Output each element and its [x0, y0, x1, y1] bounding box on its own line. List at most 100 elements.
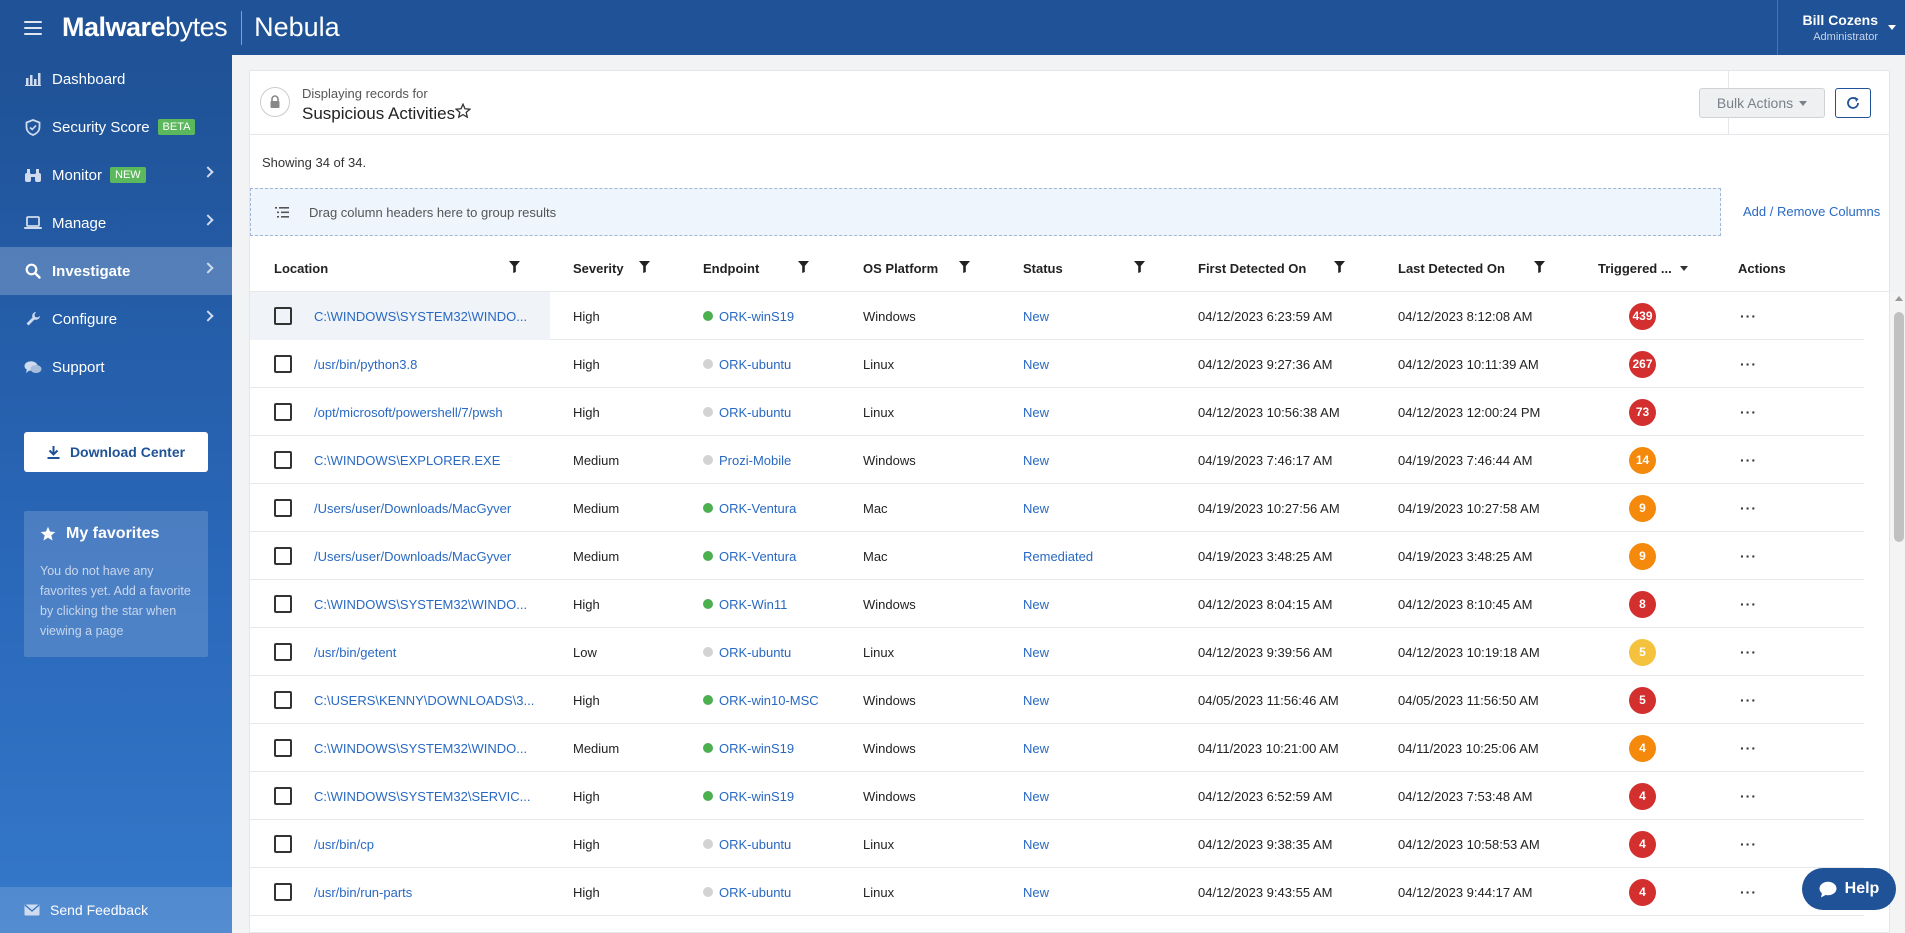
endpoint-link[interactable]: ORK-ubuntu	[719, 645, 791, 660]
location-link[interactable]: /usr/bin/run-parts	[314, 885, 412, 900]
refresh-button[interactable]	[1835, 88, 1871, 118]
column-header-triggered[interactable]: Triggered ...	[1598, 244, 1688, 292]
row-actions-menu-icon[interactable]: ···	[1740, 436, 1757, 484]
table-row[interactable]: /Users/user/Downloads/MacGyver Medium ORK-…	[250, 484, 1864, 532]
table-row[interactable]: /usr/bin/python3.8 High ORK-ubuntu Linux New…	[250, 340, 1864, 388]
column-header-last-detected[interactable]: Last Detected On	[1398, 244, 1505, 292]
sidebar-item-investigate[interactable]: Investigate	[0, 247, 232, 295]
table-row[interactable]: C:\USERS\KENNY\DOWNLOADS\3... High ORK-win…	[250, 676, 1864, 724]
hamburger-menu-icon[interactable]	[24, 20, 42, 35]
status-link[interactable]: New	[1023, 628, 1049, 676]
column-header-severity[interactable]: Severity	[573, 244, 624, 292]
row-checkbox[interactable]	[274, 355, 292, 373]
endpoint-link[interactable]: ORK-win10-MSC	[719, 693, 819, 708]
filter-icon[interactable]	[1334, 261, 1345, 276]
column-header-status[interactable]: Status	[1023, 244, 1063, 292]
column-header-os-platform[interactable]: OS Platform	[863, 244, 938, 292]
row-checkbox[interactable]	[274, 307, 292, 325]
row-actions-menu-icon[interactable]: ···	[1740, 676, 1757, 724]
location-link[interactable]: C:\WINDOWS\SYSTEM32\WINDO...	[314, 309, 527, 324]
row-checkbox[interactable]	[274, 835, 292, 853]
help-button[interactable]: Help	[1802, 868, 1896, 910]
sidebar-item-dashboard[interactable]: Dashboard	[0, 55, 232, 103]
row-actions-menu-icon[interactable]: ···	[1740, 772, 1757, 820]
location-link[interactable]: /usr/bin/python3.8	[314, 357, 417, 372]
table-row[interactable]: C:\WINDOWS\SYSTEM32\WINDO... High ORK-Win1…	[250, 580, 1864, 628]
location-link[interactable]: /opt/microsoft/powershell/7/pwsh	[314, 405, 503, 420]
endpoint-link[interactable]: Prozi-Mobile	[719, 453, 791, 468]
column-header-location[interactable]: Location	[274, 244, 328, 292]
scroll-up-icon[interactable]	[1895, 296, 1903, 301]
row-actions-menu-icon[interactable]: ···	[1740, 868, 1757, 916]
endpoint-link[interactable]: ORK-Ventura	[719, 501, 796, 516]
row-actions-menu-icon[interactable]: ···	[1740, 532, 1757, 580]
bulk-actions-button[interactable]: Bulk Actions	[1699, 88, 1825, 118]
status-link[interactable]: New	[1023, 340, 1049, 388]
location-link[interactable]: C:\WINDOWS\SYSTEM32\WINDO...	[314, 741, 527, 756]
table-row[interactable]: /usr/bin/cp High ORK-ubuntu Linux New 04/12/2…	[250, 820, 1864, 868]
status-link[interactable]: New	[1023, 292, 1049, 340]
table-row[interactable]: /Users/user/Downloads/MacGyver Medium ORK-…	[250, 532, 1864, 580]
endpoint-link[interactable]: ORK-ubuntu	[719, 885, 791, 900]
filter-icon[interactable]	[1134, 261, 1145, 276]
sidebar-item-monitor[interactable]: Monitor NEW	[0, 151, 232, 199]
row-actions-menu-icon[interactable]: ···	[1740, 388, 1757, 436]
location-link[interactable]: C:\USERS\KENNY\DOWNLOADS\3...	[314, 693, 534, 708]
endpoint-link[interactable]: ORK-winS19	[719, 309, 794, 324]
column-header-first-detected[interactable]: First Detected On	[1198, 244, 1306, 292]
filter-icon[interactable]	[639, 261, 650, 276]
send-feedback-button[interactable]: Send Feedback	[0, 887, 232, 933]
endpoint-link[interactable]: ORK-ubuntu	[719, 837, 791, 852]
endpoint-link[interactable]: ORK-Win11	[719, 597, 787, 612]
location-link[interactable]: /usr/bin/getent	[314, 645, 396, 660]
scrollbar-thumb[interactable]	[1894, 312, 1904, 542]
row-checkbox[interactable]	[274, 643, 292, 661]
column-header-endpoint[interactable]: Endpoint	[703, 244, 759, 292]
table-row[interactable]: C:\WINDOWS\SYSTEM32\SERVIC... High ORK-win…	[250, 772, 1864, 820]
row-checkbox[interactable]	[274, 691, 292, 709]
status-link[interactable]: New	[1023, 868, 1049, 916]
status-link[interactable]: New	[1023, 436, 1049, 484]
status-link[interactable]: New	[1023, 580, 1049, 628]
table-row[interactable]: /opt/microsoft/powershell/7/pwsh High ORK-…	[250, 388, 1864, 436]
location-link[interactable]: C:\WINDOWS\SYSTEM32\SERVIC...	[314, 789, 530, 804]
row-checkbox[interactable]	[274, 883, 292, 901]
download-center-button[interactable]: Download Center	[24, 432, 208, 472]
row-checkbox[interactable]	[274, 739, 292, 757]
sidebar-item-support[interactable]: Support	[0, 343, 232, 391]
table-row[interactable]: C:\WINDOWS\SYSTEM32\WINDO... High ORK-winS…	[250, 292, 1864, 340]
endpoint-link[interactable]: ORK-ubuntu	[719, 405, 791, 420]
filter-icon[interactable]	[1534, 261, 1545, 276]
row-actions-menu-icon[interactable]: ···	[1740, 484, 1757, 532]
filter-icon[interactable]	[959, 261, 970, 276]
row-checkbox[interactable]	[274, 499, 292, 517]
status-link[interactable]: New	[1023, 820, 1049, 868]
filter-icon[interactable]	[509, 261, 520, 276]
location-link[interactable]: /Users/user/Downloads/MacGyver	[314, 549, 511, 564]
add-remove-columns-link[interactable]: Add / Remove Columns	[1743, 204, 1880, 219]
endpoint-link[interactable]: ORK-winS19	[719, 741, 794, 756]
table-row[interactable]: C:\WINDOWS\SYSTEM32\WINDO... Medium ORK-wi…	[250, 724, 1864, 772]
row-checkbox[interactable]	[274, 595, 292, 613]
sidebar-item-manage[interactable]: Manage	[0, 199, 232, 247]
filter-icon[interactable]	[798, 261, 809, 276]
row-actions-menu-icon[interactable]: ···	[1740, 724, 1757, 772]
table-row[interactable]: /usr/bin/getent Low ORK-ubuntu Linux New 04/1…	[250, 628, 1864, 676]
row-actions-menu-icon[interactable]: ···	[1740, 820, 1757, 868]
location-link[interactable]: C:\WINDOWS\EXPLORER.EXE	[314, 453, 500, 468]
endpoint-link[interactable]: ORK-Ventura	[719, 549, 796, 564]
location-link[interactable]: /usr/bin/cp	[314, 837, 374, 852]
status-link[interactable]: New	[1023, 676, 1049, 724]
row-actions-menu-icon[interactable]: ···	[1740, 628, 1757, 676]
row-checkbox[interactable]	[274, 787, 292, 805]
table-row[interactable]: /usr/bin/run-parts High ORK-ubuntu Linux New…	[250, 868, 1864, 916]
group-by-drop-zone[interactable]: Drag column headers here to group result…	[250, 188, 1721, 236]
row-actions-menu-icon[interactable]: ···	[1740, 580, 1757, 628]
row-checkbox[interactable]	[274, 451, 292, 469]
row-actions-menu-icon[interactable]: ···	[1740, 340, 1757, 388]
location-link[interactable]: C:\WINDOWS\SYSTEM32\WINDO...	[314, 597, 527, 612]
vertical-scrollbar[interactable]	[1890, 292, 1905, 932]
sidebar-item-configure[interactable]: Configure	[0, 295, 232, 343]
row-actions-menu-icon[interactable]: ···	[1740, 292, 1757, 340]
sidebar-item-security-score[interactable]: Security Score BETA	[0, 103, 232, 151]
